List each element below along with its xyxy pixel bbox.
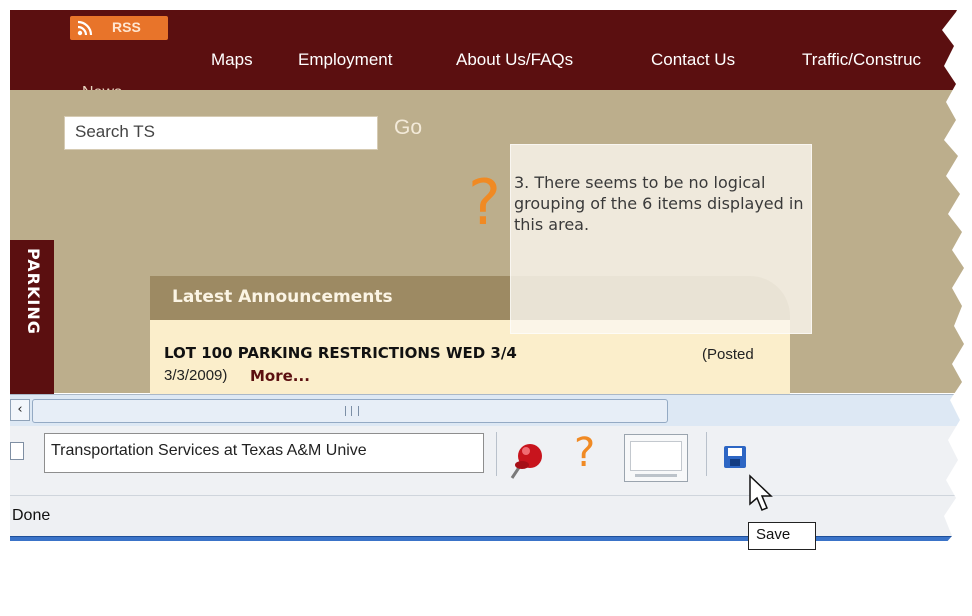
- pushpin-button[interactable]: [508, 436, 548, 482]
- nav-link-maps[interactable]: Maps: [211, 50, 253, 70]
- announcement-posted: (Posted: [702, 346, 754, 363]
- nav-link-about[interactable]: About Us/FAQs: [456, 50, 573, 70]
- thumbnail-caption: [635, 474, 677, 477]
- search-go-button[interactable]: Go: [394, 116, 422, 140]
- thumbnail-button[interactable]: [624, 434, 688, 482]
- pushpin-icon: [510, 444, 542, 479]
- announcement-more-link[interactable]: More...: [250, 367, 310, 385]
- status-text: Done: [12, 507, 51, 524]
- horizontal-scrollbar[interactable]: ‹: [10, 394, 960, 426]
- announcement-date: 3/3/2009): [164, 367, 228, 384]
- help-button[interactable]: ?: [574, 428, 608, 478]
- nav-link-employment[interactable]: Employment: [298, 50, 392, 70]
- scrollbar-thumb[interactable]: [32, 399, 668, 423]
- floppy-slot: [730, 459, 740, 466]
- screenshot: RSS News Maps Employment About Us/FAQs C…: [0, 0, 972, 616]
- rss-button[interactable]: RSS: [70, 16, 168, 40]
- scrollbar-grip: [345, 406, 359, 416]
- nav-link-traffic[interactable]: Traffic/Construc: [802, 50, 921, 70]
- floppy-disk-icon: [724, 446, 746, 468]
- mouse-pointer-icon: [749, 474, 773, 511]
- annotation-text: 3. There seems to be no logical grouping…: [514, 173, 804, 234]
- rss-label: RSS: [112, 19, 141, 35]
- status-bar: Done: [10, 496, 960, 536]
- search-input[interactable]: Search TS: [64, 116, 378, 150]
- question-mark-icon: ?: [468, 166, 501, 239]
- rss-icon: [76, 19, 96, 37]
- nav-link-contact[interactable]: Contact Us: [651, 50, 735, 70]
- save-tooltip: Save: [748, 522, 816, 550]
- scroll-left-button[interactable]: ‹: [10, 399, 30, 421]
- thumbnail-icon: [630, 441, 682, 471]
- announcements-title: Latest Announcements: [172, 287, 393, 307]
- status-divider: [10, 536, 960, 541]
- toolbar-separator: [706, 432, 707, 476]
- announcement-title: LOT 100 PARKING RESTRICTIONS WED 3/4: [164, 344, 517, 362]
- floppy-label: [728, 448, 742, 456]
- address-bar[interactable]: Transportation Services at Texas A&M Uni…: [44, 433, 484, 473]
- parking-tab-label: PARKING: [24, 248, 43, 335]
- page-icon: [10, 442, 24, 460]
- parking-tab[interactable]: PARKING: [10, 240, 54, 395]
- toolbar-separator: [496, 432, 497, 476]
